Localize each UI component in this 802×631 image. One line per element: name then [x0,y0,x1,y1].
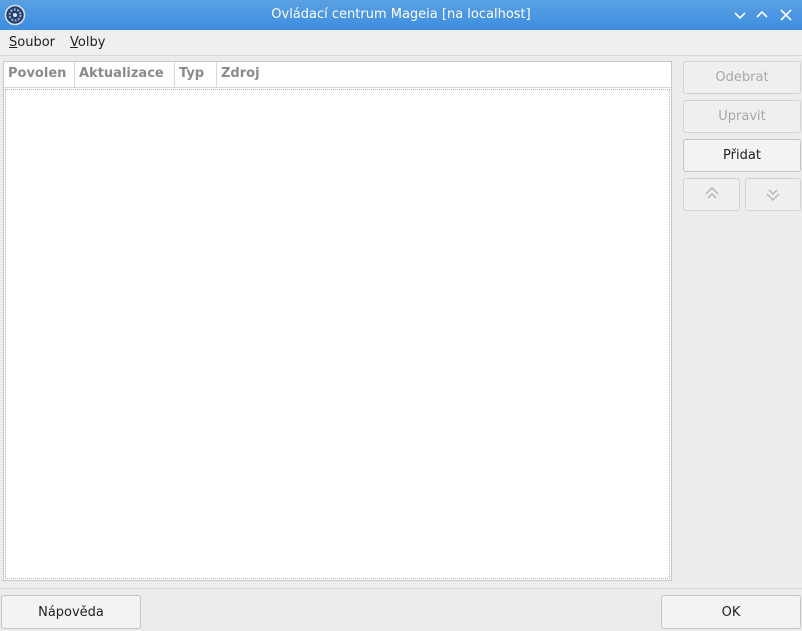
footer-separator [0,588,802,589]
menu-soubor[interactable]: Soubor [9,35,55,50]
add-button[interactable]: Přidat [683,139,801,172]
menu-bar: Soubor Volby [0,30,802,56]
arrow-down-icon [766,189,780,201]
column-header-aktualizace[interactable]: Aktualizace [75,62,175,87]
arrow-up-icon [705,187,718,199]
list-header: Povolen Aktualizace Typ Zdroj [4,62,671,88]
column-header-zdroj[interactable]: Zdroj [217,62,671,87]
window-title: Ovládací centrum Mageia [na localhost] [271,7,531,22]
move-up-button[interactable] [683,178,740,211]
column-header-typ[interactable]: Typ [175,62,217,87]
column-header-povolen[interactable]: Povolen [4,62,75,87]
maximize-icon[interactable] [753,6,771,24]
edit-button[interactable]: Upravit [683,100,801,133]
move-down-button[interactable] [745,178,801,211]
help-button[interactable]: Nápověda [1,595,141,629]
menu-volby[interactable]: Volby [70,35,105,50]
list-body[interactable] [5,89,670,579]
close-icon[interactable] [777,6,795,24]
remove-button[interactable]: Odebrat [683,61,801,94]
window-titlebar[interactable]: Ovládací centrum Mageia [na localhost] [0,0,802,30]
ok-button[interactable]: OK [661,595,801,629]
minimize-icon[interactable] [731,6,749,24]
media-list[interactable]: Povolen Aktualizace Typ Zdroj [3,61,672,581]
